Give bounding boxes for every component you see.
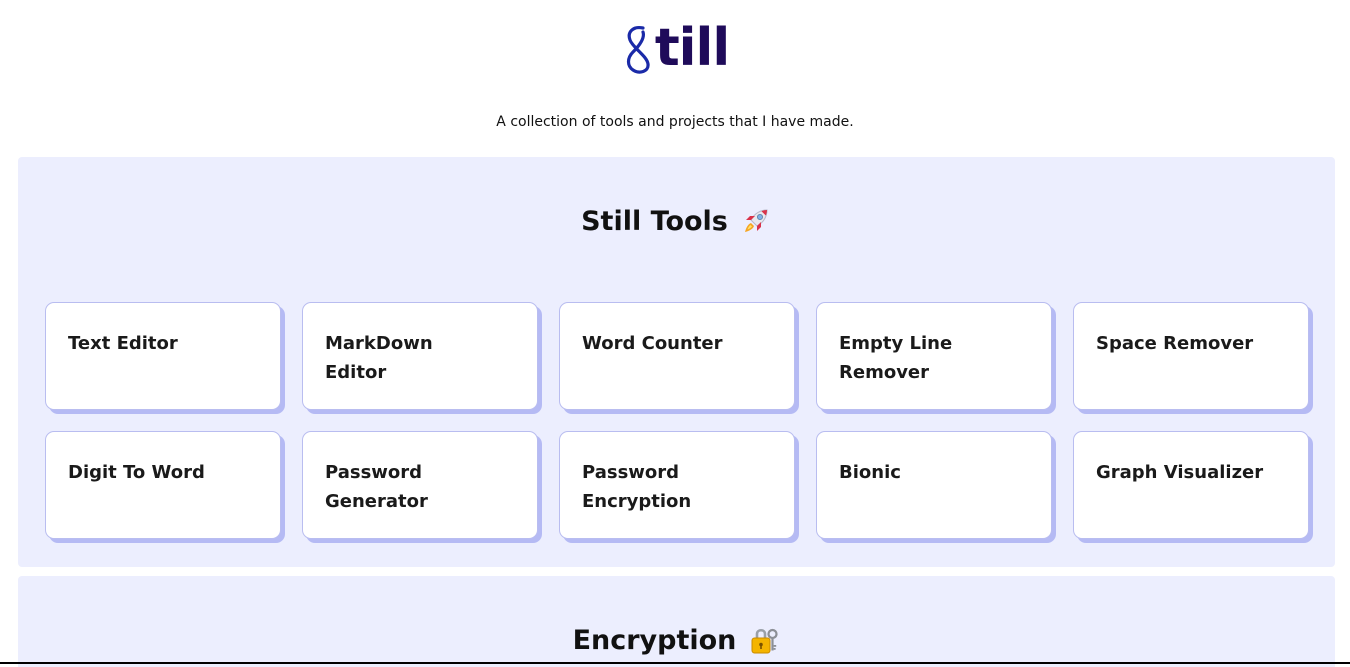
header: till A collection of tools and projects … [0, 0, 1350, 156]
tool-card-label: Word Counter [582, 333, 723, 354]
tool-card-label: Password Encryption [582, 462, 692, 512]
tool-card-graph-visualizer[interactable]: Graph Visualizer [1073, 431, 1309, 539]
tool-card-markdown-editor[interactable]: MarkDown Editor [302, 302, 538, 410]
tool-card-password-encryption[interactable]: Password Encryption [559, 431, 795, 539]
section-title-still-tools: Still Tools [18, 205, 1335, 237]
tool-card-label: Password Generator [325, 462, 428, 512]
tool-card-text-editor[interactable]: Text Editor [45, 302, 281, 410]
page: till A collection of tools and projects … [0, 0, 1350, 667]
tool-card-word-counter[interactable]: Word Counter [559, 302, 795, 410]
logo-mark-icon [626, 26, 650, 74]
logo[interactable]: till [0, 22, 1350, 74]
tool-card-label: MarkDown Editor [325, 333, 433, 383]
bottom-border [0, 662, 1350, 664]
still-tools-section: Still Tools Text Editor MarkDown Editor … [18, 157, 1335, 567]
section-title-encryption: Encryption [18, 624, 1335, 656]
logo-text: till [654, 18, 730, 78]
locked-with-key-icon [751, 628, 779, 654]
tools-grid: Text Editor MarkDown Editor Word Counter… [45, 302, 1309, 539]
tool-card-label: Bionic [839, 462, 901, 483]
tool-card-password-generator[interactable]: Password Generator [302, 431, 538, 539]
tool-card-label: Digit To Word [68, 462, 205, 483]
tool-card-label: Text Editor [68, 333, 178, 354]
tool-card-label: Graph Visualizer [1096, 462, 1264, 483]
section-title-text: Encryption [572, 624, 737, 656]
section-title-text: Still Tools [581, 205, 728, 237]
tool-card-digit-to-word[interactable]: Digit To Word [45, 431, 281, 539]
tool-card-space-remover[interactable]: Space Remover [1073, 302, 1309, 410]
tool-card-label: Empty Line Remover [839, 333, 953, 383]
tool-card-empty-line-remover[interactable]: Empty Line Remover [816, 302, 1052, 410]
tagline: A collection of tools and projects that … [496, 114, 854, 130]
encryption-section: Encryption [18, 576, 1335, 667]
rocket-icon [744, 209, 768, 232]
tool-card-bionic[interactable]: Bionic [816, 431, 1052, 539]
tool-card-label: Space Remover [1096, 333, 1254, 354]
